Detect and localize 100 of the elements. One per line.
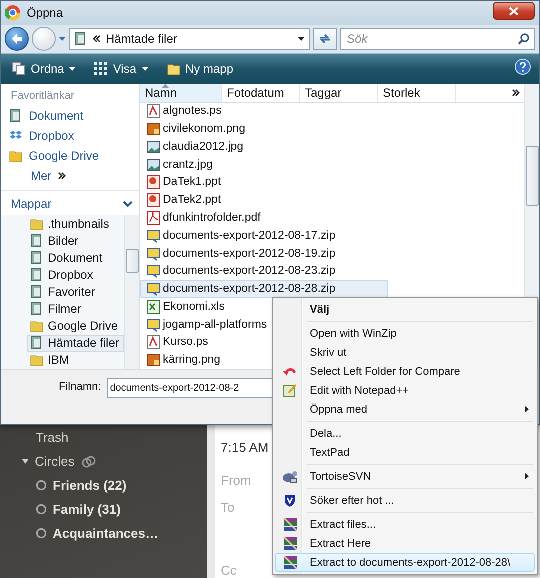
refresh-button[interactable] <box>313 28 337 50</box>
window-title: Öppna <box>27 6 64 20</box>
menu-item[interactable]: Extract to documents-export-2012-08-28\ <box>275 553 535 572</box>
menu-item[interactable]: Skriv ut <box>275 343 535 362</box>
new-folder-icon <box>166 62 180 76</box>
caret-icon <box>69 67 76 71</box>
nav-item[interactable]: Acquaintances… <box>53 526 158 541</box>
notepad-icon <box>282 383 298 398</box>
drive-folder-icon <box>9 149 23 163</box>
menu-item[interactable]: TextPad <box>275 443 535 462</box>
menu-item[interactable]: Edit with Notepad++ <box>275 381 535 400</box>
toolbar-button[interactable]: Ny mapp <box>164 60 237 78</box>
menu-item[interactable]: Extract files... <box>275 515 535 534</box>
archive-books-icon <box>282 555 298 570</box>
file-row[interactable]: DaTek2.ppt <box>140 191 388 210</box>
folder-item[interactable]: Filmer <box>27 300 124 318</box>
nav-item[interactable]: Trash <box>36 430 69 445</box>
section-heading: Favoritlänkar <box>10 89 76 104</box>
double-chevron-icon <box>93 35 101 43</box>
file-row[interactable]: claudia2012.jpg <box>140 138 388 156</box>
nav-item[interactable]: Friends (22) <box>53 478 127 493</box>
circle-icon <box>36 528 47 539</box>
back-button[interactable] <box>5 27 29 51</box>
circle-icon <box>36 504 47 515</box>
file-row[interactable]: documents-export-2012-08-23.zip <box>140 262 388 280</box>
circle-icon <box>36 480 47 491</box>
folder-item[interactable]: IBM <box>27 352 124 369</box>
menu-item[interactable]: Open with WinZip <box>275 324 535 343</box>
link-icon <box>80 454 97 468</box>
address-bar[interactable]: Hämtade filer <box>69 28 310 50</box>
caret-icon <box>298 37 305 41</box>
submenu-arrow-icon <box>525 473 529 480</box>
document-icon <box>147 335 160 350</box>
search-field[interactable]: Sök <box>345 31 518 47</box>
folder-item[interactable]: Dokument <box>27 249 124 266</box>
field-label: From <box>221 473 252 488</box>
folder-item[interactable]: Hämtade filer <box>27 334 124 352</box>
submenu-arrow-icon <box>525 406 529 413</box>
archive-icon <box>147 318 160 332</box>
file-row[interactable]: civilekonom.png <box>140 120 388 138</box>
refresh-icon <box>318 33 332 45</box>
file-row[interactable]: dfunkintrofolder.pdf <box>140 209 388 227</box>
presentation-icon <box>147 175 160 190</box>
menu-button[interactable]: Ordna <box>9 60 80 78</box>
pages-icon <box>12 62 26 76</box>
library-icon <box>30 234 44 248</box>
column-header[interactable]: Namn <box>140 84 222 102</box>
address-path: Hämtade filer <box>106 32 178 46</box>
file-row[interactable]: documents-export-2012-08-19.zip <box>140 244 388 262</box>
scrollbar[interactable] <box>124 215 139 369</box>
library-icon <box>74 32 88 46</box>
folder-item[interactable]: Bilder <box>27 232 124 250</box>
search-box[interactable]: Sök <box>340 28 535 50</box>
spreadsheet-icon <box>147 300 160 314</box>
favorite-link[interactable]: Dropbox <box>1 126 139 146</box>
folder-item[interactable]: Google Drive <box>27 318 124 335</box>
caret-icon <box>142 67 148 71</box>
more-link[interactable]: Mer <box>1 166 139 186</box>
menu-button[interactable]: Visa <box>91 60 152 78</box>
menu-item[interactable]: Välj <box>275 300 535 319</box>
favorite-link[interactable]: Dokument <box>1 106 139 126</box>
file-row[interactable]: documents-export-2012-08-17.zip <box>140 226 388 245</box>
archive-books-icon <box>282 517 298 532</box>
field-label: Cc <box>221 563 237 578</box>
back-arrow-icon <box>11 33 23 45</box>
undo-arrow-icon <box>283 366 297 378</box>
close-button[interactable] <box>493 2 535 20</box>
pdf-icon <box>147 210 160 225</box>
menu-item[interactable]: Select Left Folder for Compare <box>275 362 535 381</box>
library-icon <box>30 302 44 316</box>
archive-icon <box>147 228 160 243</box>
folder-icon <box>30 319 44 334</box>
message-time: 7:15 AM <box>221 440 269 455</box>
filename-label: Filnamn: <box>59 381 102 393</box>
favorite-link[interactable]: Google Drive <box>1 146 139 166</box>
double-chevron-icon <box>58 172 66 180</box>
menu-item[interactable]: Öppna med <box>275 400 535 419</box>
file-row[interactable]: crantz.jpg <box>140 156 388 174</box>
image-icon <box>147 353 160 368</box>
menu-item[interactable]: Dela... <box>275 424 535 443</box>
help-icon <box>515 58 531 74</box>
nav-item[interactable]: Circles <box>35 454 75 469</box>
triangle-icon <box>22 459 29 464</box>
archive-books-icon <box>282 536 298 551</box>
browser-logo-icon <box>5 5 21 21</box>
folder-item[interactable]: .thumbnails <box>27 215 124 232</box>
archive-icon <box>147 282 160 296</box>
menu-item[interactable]: Söker efter hot ... <box>275 491 535 510</box>
nav-item[interactable]: Family (31) <box>53 502 121 517</box>
file-row[interactable]: algnotes.ps <box>140 102 388 120</box>
menu-item[interactable]: Extract Here <box>275 534 535 553</box>
folder-icon <box>30 216 44 231</box>
folder-item[interactable]: Dropbox <box>27 266 124 284</box>
caret-icon <box>59 37 66 41</box>
menu-item[interactable]: TortoiseSVN <box>275 467 535 486</box>
file-row[interactable]: DaTek1.ppt <box>140 174 388 192</box>
field-label: To <box>221 500 235 515</box>
shield-icon <box>284 494 296 508</box>
folder-item[interactable]: Favoriter <box>27 283 124 301</box>
file-row[interactable]: documents-export-2012-08-28.zip <box>140 280 388 298</box>
